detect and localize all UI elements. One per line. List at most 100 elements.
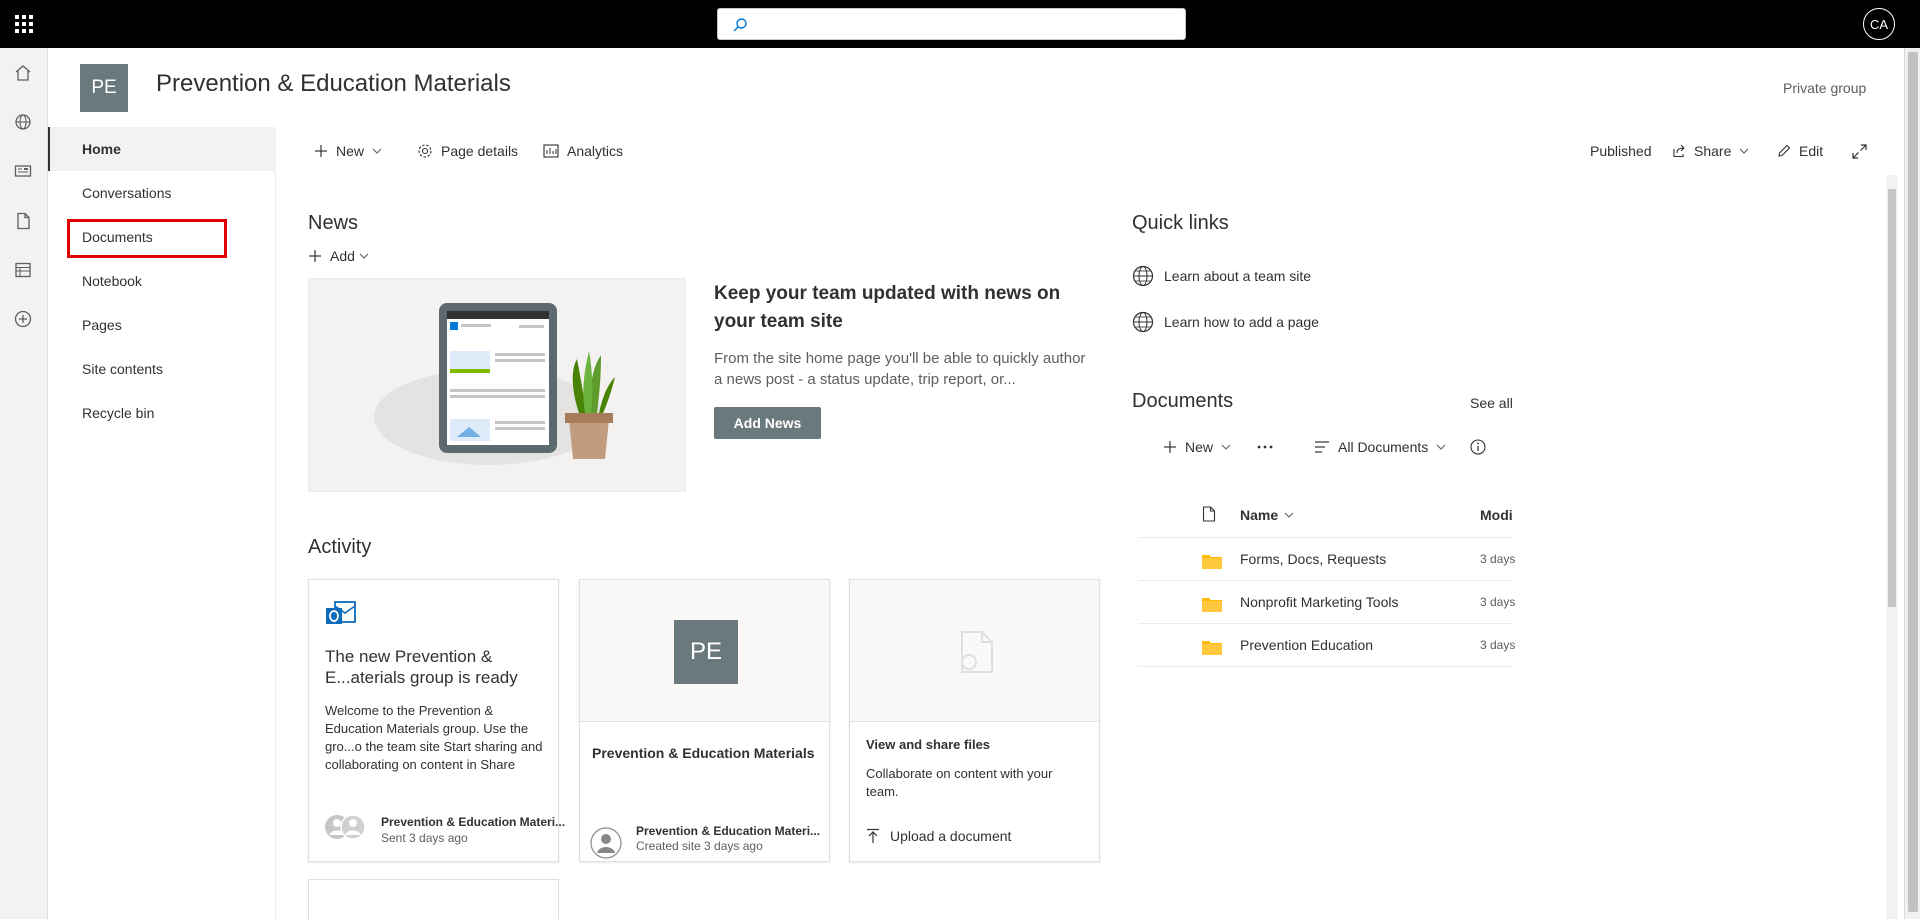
site-logo[interactable]: PE [80,64,128,112]
left-navigation: Home Conversations Documents Notebook Pa… [48,127,276,919]
news-icon[interactable] [12,160,34,182]
file-icon[interactable] [12,210,34,232]
activity-card-site[interactable]: PE Prevention & Education Materials Prev… [579,579,830,862]
card-meta: Sent 3 days ago [381,831,468,845]
quicklink-team-site[interactable]: Learn about a team site [1132,264,1311,288]
chevron-down-icon [359,253,369,259]
view-label: All Documents [1338,439,1429,455]
activity-card-group-ready[interactable]: The new Prevention & E...aterials group … [308,579,565,862]
news-illustration [308,278,686,492]
page-scrollbar[interactable] [1904,48,1920,919]
expand-icon [1852,143,1867,159]
user-avatar[interactable]: CA [1863,8,1895,40]
more-options-icon[interactable] [1257,437,1273,457]
file-modified: 3 days [1480,638,1516,652]
add-news-button[interactable]: Add News [714,407,821,439]
card-title: Prevention & Education Materials [592,745,815,761]
page-details-label: Page details [441,143,519,159]
file-name[interactable]: Forms, Docs, Requests [1240,551,1386,567]
card-meta: Created site 3 days ago [636,839,763,853]
avatar-group-icon [325,814,366,840]
chevron-down-icon [372,148,382,154]
search-box[interactable] [717,8,1186,40]
new-label: New [336,143,365,159]
card-thumbnail [850,580,1099,722]
plus-icon [309,250,321,262]
scrollbar-thumb[interactable] [1908,52,1918,912]
list-icon[interactable] [12,259,34,281]
scrollbar-thumb[interactable] [1888,189,1896,607]
page-details-button[interactable]: Page details [417,140,518,162]
content-scrollbar[interactable] [1886,175,1898,919]
info-icon[interactable] [1470,437,1486,457]
expand-button[interactable] [1852,140,1875,162]
documents-new-label: New [1185,439,1214,455]
activity-card-partial[interactable] [308,879,559,919]
view-selector[interactable]: All Documents [1314,437,1446,457]
document-icon [961,631,993,673]
home-icon[interactable] [12,62,34,84]
analytics-icon [543,144,559,158]
nav-item-recycle-bin[interactable]: Recycle bin [48,391,276,435]
table-row[interactable]: Forms, Docs, Requests 3 days [1138,538,1516,581]
file-name[interactable]: Nonprofit Marketing Tools [1240,594,1398,610]
news-post-description: From the site home page you'll be able t… [714,350,1086,388]
search-input[interactable] [758,13,1173,35]
news-heading: News [308,212,359,234]
news-add-button[interactable]: Add [308,245,369,267]
plus-icon [315,145,327,157]
edit-button[interactable]: Edit [1777,140,1823,162]
gear-icon [418,144,432,158]
search-icon [733,18,747,32]
nav-item-home[interactable]: Home [48,127,276,171]
globe-icon[interactable] [12,111,34,133]
table-row[interactable]: Prevention Education 3 days [1138,624,1516,667]
app-launcher-icon[interactable] [12,12,36,36]
analytics-label: Analytics [567,143,624,159]
card-author: Prevention & Education Materi... [381,815,566,829]
share-label: Share [1694,143,1732,159]
file-modified: 3 days [1480,552,1516,566]
nav-item-pages[interactable]: Pages [48,303,276,347]
site-title[interactable]: Prevention & Education Materials [156,70,511,98]
file-name[interactable]: Prevention Education [1240,637,1373,653]
news-post-title[interactable]: Keep your team updated with news on your… [714,280,1094,336]
view-list-icon [1315,441,1329,453]
name-column-label: Name [1240,507,1279,523]
quicklinks-heading: Quick links [1132,212,1229,234]
quicklink-label: Learn about a team site [1164,268,1312,284]
upload-document-button[interactable]: Upload a document [866,828,1011,844]
quicklink-add-page[interactable]: Learn how to add a page [1132,310,1319,334]
globe-icon [1132,311,1154,333]
modified-column-header[interactable]: Modi [1480,507,1513,523]
activity-card-files[interactable]: View and share files Collaborate on cont… [849,579,1100,862]
documents-new-button[interactable]: New [1163,437,1231,457]
published-status: Published [1590,143,1652,159]
see-all-link[interactable]: See all [1470,395,1513,411]
card-title: View and share files [866,737,991,752]
share-icon [1673,144,1685,158]
upload-icon [867,828,879,843]
share-button[interactable]: Share [1672,140,1749,162]
suite-bar: CA [0,0,1920,48]
file-type-icon[interactable] [1202,506,1216,522]
card-title: The new Prevention & E...aterials group … [325,647,518,687]
nav-item-documents[interactable]: Documents [48,215,276,259]
new-button[interactable]: New [314,140,382,162]
news-add-label: Add [330,248,355,264]
nav-item-conversations[interactable]: Conversations [48,171,276,215]
nav-item-notebook[interactable]: Notebook [48,259,276,303]
documents-table-header: Name Modi [1138,500,1513,538]
folder-icon [1202,555,1222,569]
name-column-header[interactable]: Name [1240,507,1294,523]
folder-icon [1202,641,1222,655]
documents-heading: Documents [1132,390,1234,412]
privacy-label: Private group [1783,80,1867,96]
table-row[interactable]: Nonprofit Marketing Tools 3 days [1138,581,1516,624]
create-icon[interactable] [12,308,34,330]
site-logo-thumb: PE [674,620,738,684]
globe-icon [1132,265,1154,287]
file-modified: 3 days [1480,595,1516,609]
nav-item-site-contents[interactable]: Site contents [48,347,276,391]
analytics-button[interactable]: Analytics [543,140,623,162]
